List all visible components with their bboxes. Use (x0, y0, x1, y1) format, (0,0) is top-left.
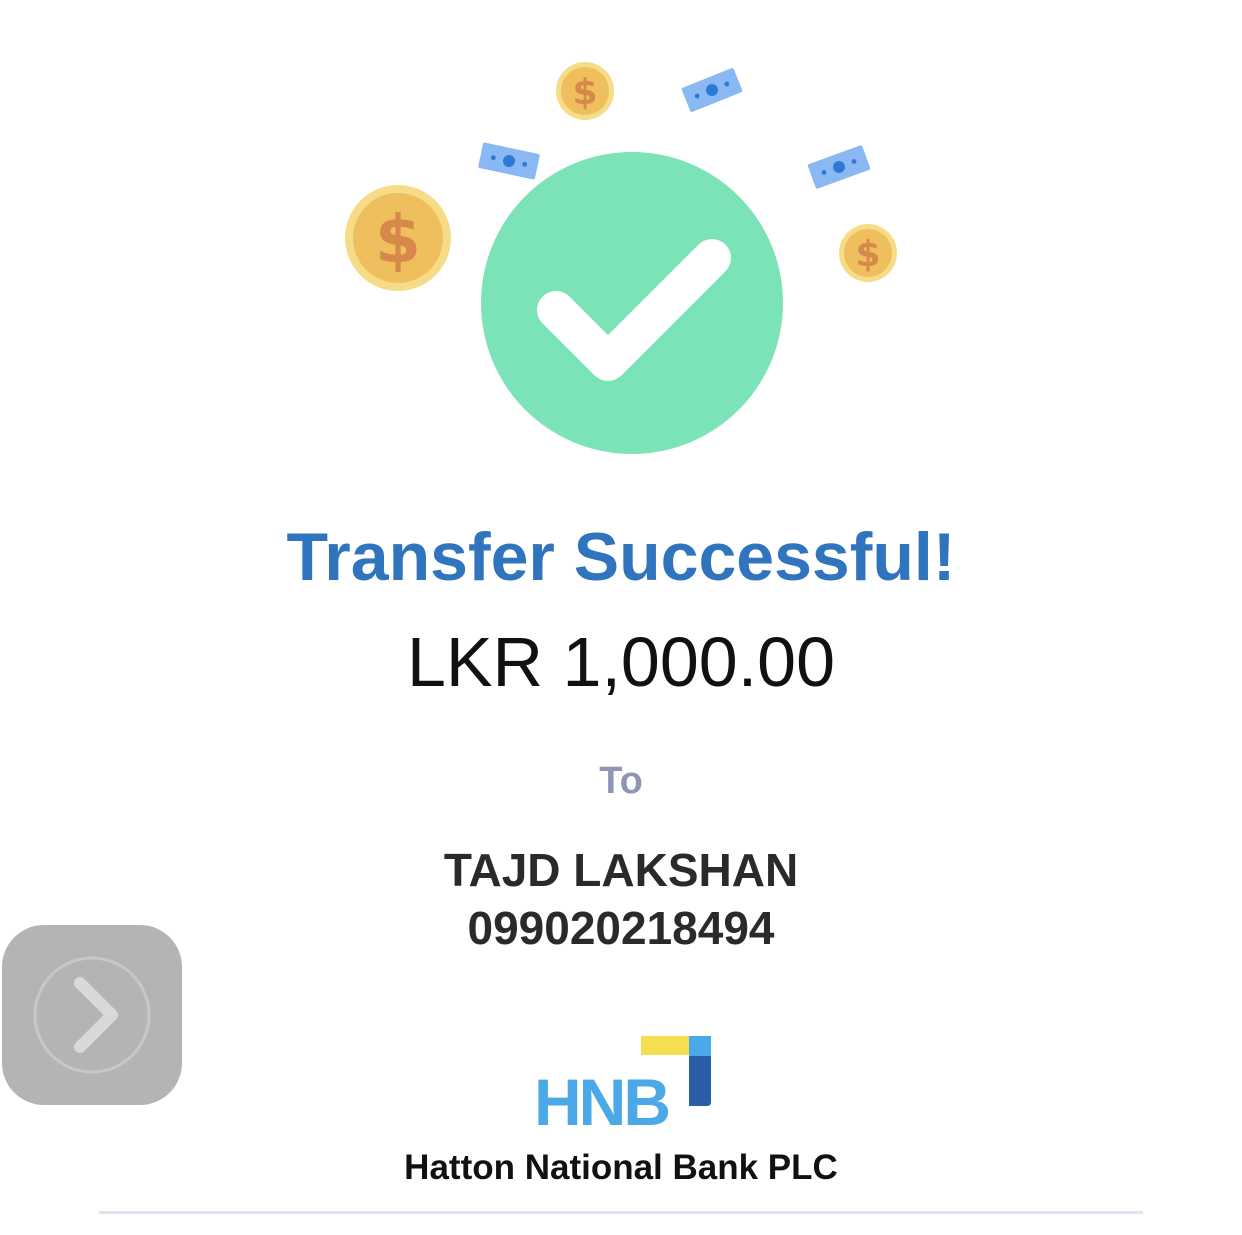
chevron-right-icon (33, 956, 151, 1074)
bank-name: Hatton National Bank PLC (404, 1148, 838, 1187)
svg-text:$: $ (572, 72, 597, 113)
banknote-icon (807, 145, 871, 189)
dollar-coin-icon: $ (839, 224, 897, 282)
banknote-icon (681, 68, 743, 112)
dollar-coin-icon: $ (345, 185, 451, 291)
check-circle-icon (481, 152, 783, 454)
transfer-status-title: Transfer Successful! (286, 519, 956, 595)
divider (99, 1211, 1143, 1214)
svg-text:$: $ (855, 234, 880, 275)
svg-text:HNB: HNB (534, 1065, 668, 1130)
to-label: To (599, 760, 643, 802)
banknote-icon (478, 142, 540, 180)
assistive-touch-button[interactable] (2, 925, 182, 1105)
success-illustration: $ $ $ (345, 62, 897, 454)
transfer-amount: LKR 1,000.00 (406, 623, 836, 701)
payee-name: TAJD LAKSHAN (443, 844, 799, 896)
hnb-logo: HNB (534, 1036, 711, 1130)
payee-account-number: 099020218494 (467, 902, 775, 954)
dollar-coin-icon: $ (556, 62, 614, 120)
svg-text:$: $ (375, 201, 421, 278)
